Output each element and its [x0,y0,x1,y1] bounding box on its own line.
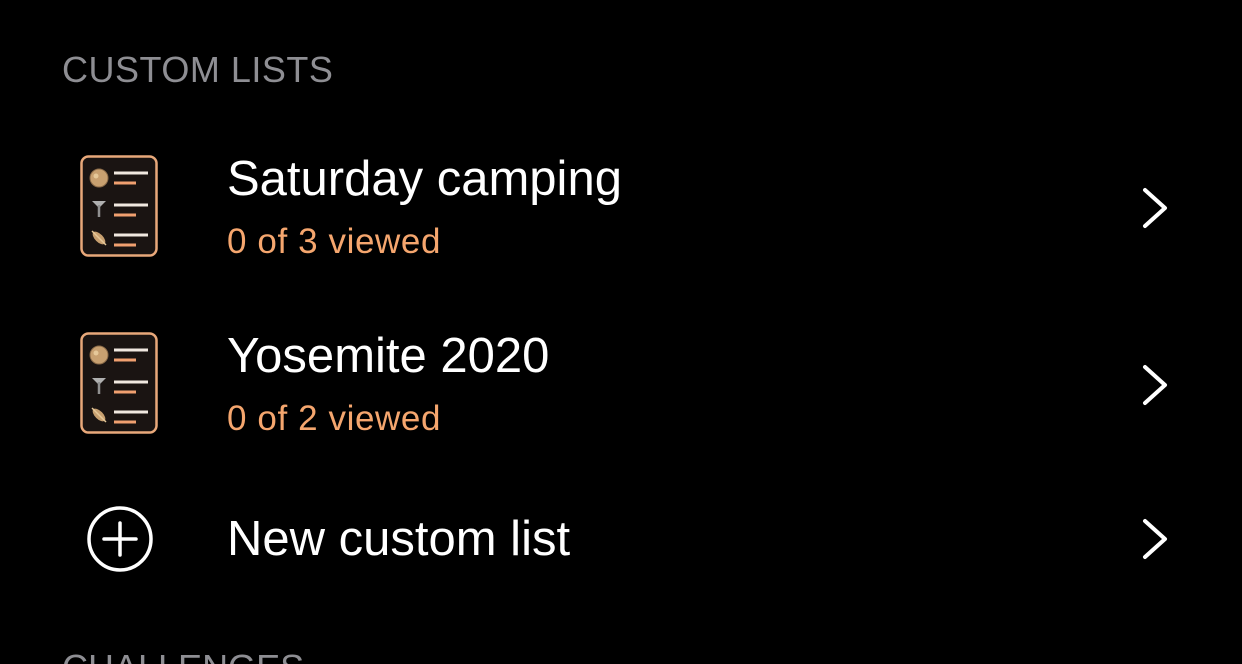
new-custom-list-label: New custom list [227,512,571,566]
new-custom-list-button[interactable]: New custom list [0,484,1242,594]
custom-lists-screen: CUSTOM LISTS Saturday camping 0 of 3 vie… [0,0,1242,664]
section-header-challenges: CHALLENGES [62,646,304,664]
custom-list-progress: 0 of 3 viewed [227,222,442,261]
plus-circle-icon [87,506,153,572]
custom-list-row[interactable]: Saturday camping 0 of 3 viewed [0,130,1242,285]
checklist-icon [80,332,158,434]
custom-list-title: Yosemite 2020 [227,329,550,383]
chevron-right-icon [1143,365,1167,405]
checklist-icon [80,155,158,257]
chevron-right-icon [1143,188,1167,228]
custom-list-title: Saturday camping [227,152,622,206]
section-header-custom-lists: CUSTOM LISTS [62,49,334,90]
custom-list-row[interactable]: Yosemite 2020 0 of 2 viewed [0,307,1242,462]
chevron-right-icon [1143,519,1167,559]
custom-list-progress: 0 of 2 viewed [227,399,442,438]
